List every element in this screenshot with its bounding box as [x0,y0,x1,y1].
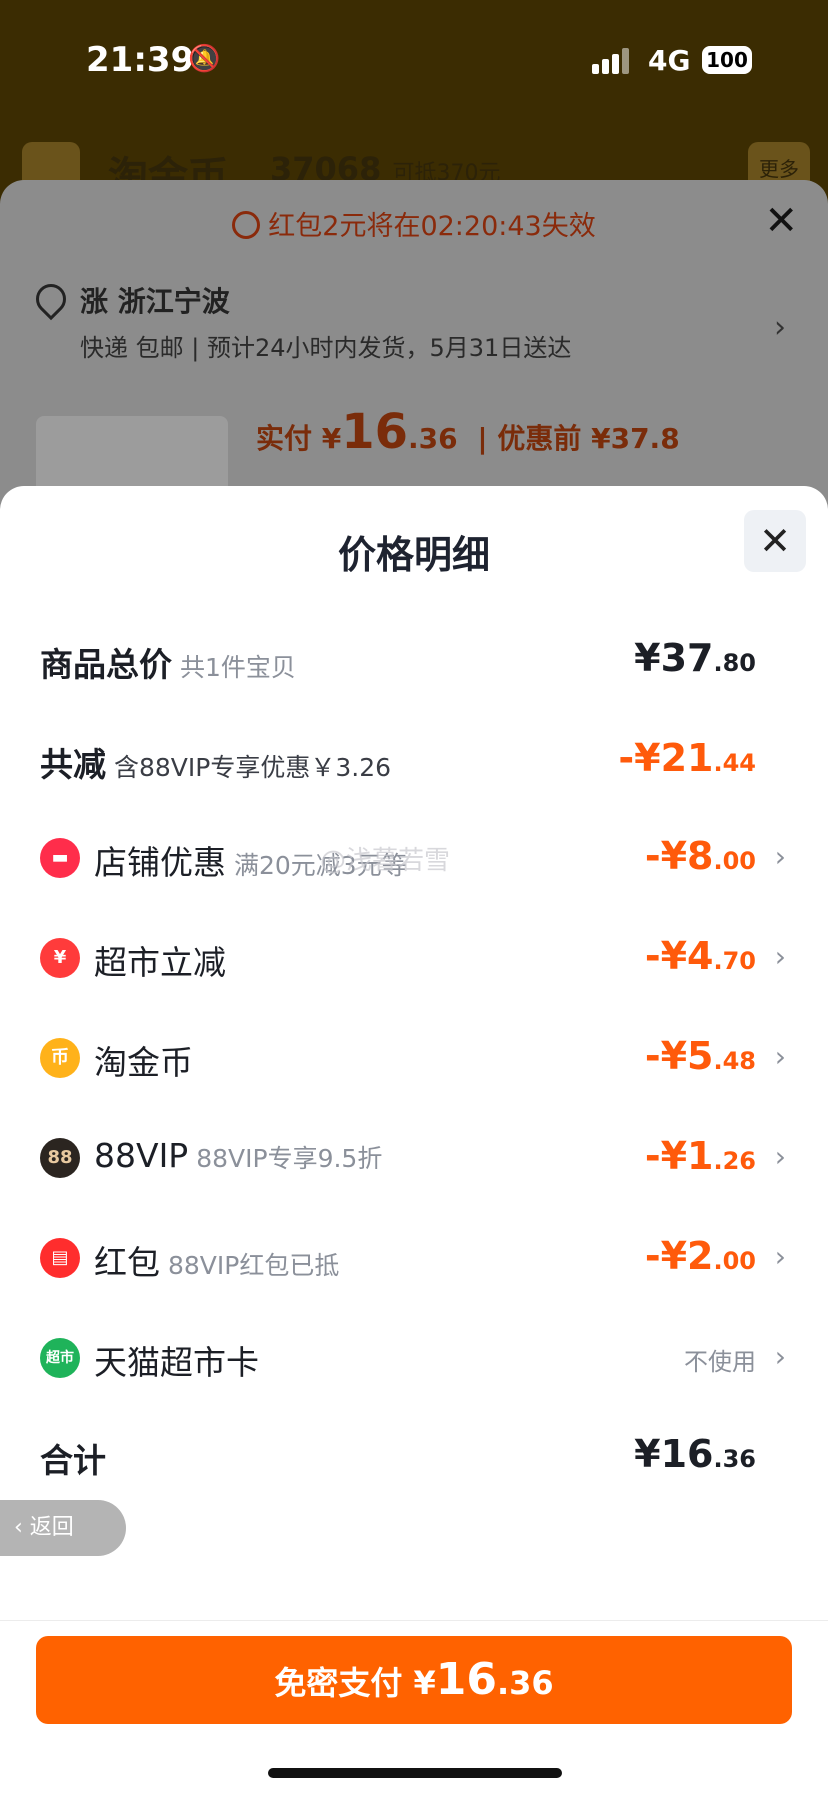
row-88vip[interactable]: 88 88VIP 88VIP专享9.5折 -¥1.26 › [0,1126,828,1186]
coin-icon: 币 [40,1038,80,1078]
row-amount: ¥16.36 [634,1432,756,1476]
back-button[interactable]: ‹ 返回 [0,1500,126,1556]
chevron-right-icon: › [774,1340,786,1373]
status-time: 21:39 [86,40,195,80]
row-sub: 88VIP专享9.5折 [196,1144,383,1173]
row-amount: ¥37.80 [634,636,756,680]
paid-amount: 实付 ¥16.36 | 优惠前 ¥37.8 [256,404,680,460]
checkout-close-icon: ✕ [764,198,798,244]
delivery-line: 快递 包邮 | 预计24小时内发货，5月31日送达 [80,334,572,362]
home-indicator[interactable] [268,1768,562,1778]
status-bar: 21:39 🔕 4G 100 [0,38,828,88]
close-icon: ✕ [759,519,791,563]
row-grand-total: 合计 ¥16.36 [0,1424,828,1484]
chevron-left-icon: ‹ [14,1515,30,1540]
row-sub: 共1件宝贝 [180,653,296,682]
chevron-right-icon: › [774,840,786,873]
row-tmall-card[interactable]: 超市 天猫超市卡 不使用 › [0,1326,828,1386]
chevron-right-icon: › [774,940,786,973]
row-total-discount: 共减 含88VIP专享优惠￥3.26 -¥21.44 [0,728,828,788]
battery-icon: 100 [702,46,752,74]
row-amount: -¥4.70 [644,934,756,978]
row-label: 共减 [40,745,106,784]
yuan-icon: ¥ [40,938,80,978]
divider [0,1620,828,1621]
supermarket-card-icon: 超市 [40,1338,80,1378]
signal-icon [592,48,636,74]
row-taojinbi[interactable]: 币 淘金币 -¥5.48 › [0,1026,828,1086]
row-goods-total: 商品总价 共1件宝贝 ¥37.80 [0,628,828,688]
red-packet-icon: ▤ [40,1238,80,1278]
row-amount: -¥21.44 [618,736,756,780]
row-sub: 含88VIP专享优惠￥3.26 [114,753,392,782]
chevron-right-icon: › [774,1140,786,1173]
location-pin-icon [29,277,73,321]
address-line: 涨 浙江宁波 [80,285,230,318]
row-amount: -¥5.48 [644,1034,756,1078]
row-amount: 不使用 [684,1348,756,1376]
row-label: 淘金币 [94,1043,193,1082]
pay-button[interactable]: 免密支付 ¥16.36 [36,1636,792,1724]
bell-muted-icon: 🔕 [188,44,221,74]
row-supermarket-discount[interactable]: ¥ 超市立减 -¥4.70 › [0,926,828,986]
row-label: 合计 [40,1441,106,1480]
row-label: 天猫超市卡 [94,1343,259,1382]
row-amount: -¥1.26 [644,1134,756,1178]
vip88-icon: 88 [40,1138,80,1178]
network-type: 4G [648,44,691,77]
red-packet-notice: 红包2元将在02:20:43失效 [0,204,828,243]
row-amount: -¥2.00 [644,1234,756,1278]
chevron-right-icon: › [774,1040,786,1073]
watermark: @浅暮若雪 [320,846,451,876]
row-label: 红包 [94,1243,160,1282]
chevron-right-icon: › [774,310,786,345]
modal-title: 价格明细 [337,533,490,577]
chevron-right-icon: › [774,1240,786,1273]
row-label: 商品总价 [40,645,172,684]
row-label: 88VIP [94,1136,189,1175]
row-label: 超市立减 [94,943,226,982]
store-icon: ▬ [40,838,80,878]
row-label: 店铺优惠 [94,843,226,882]
row-sub: 88VIP红包已抵 [168,1251,340,1280]
clock-icon [232,211,261,239]
row-amount: -¥8.00 [644,834,756,878]
row-red-packet[interactable]: ▤ 红包 88VIP红包已抵 -¥2.00 › [0,1226,828,1286]
close-button[interactable]: ✕ [744,510,806,572]
